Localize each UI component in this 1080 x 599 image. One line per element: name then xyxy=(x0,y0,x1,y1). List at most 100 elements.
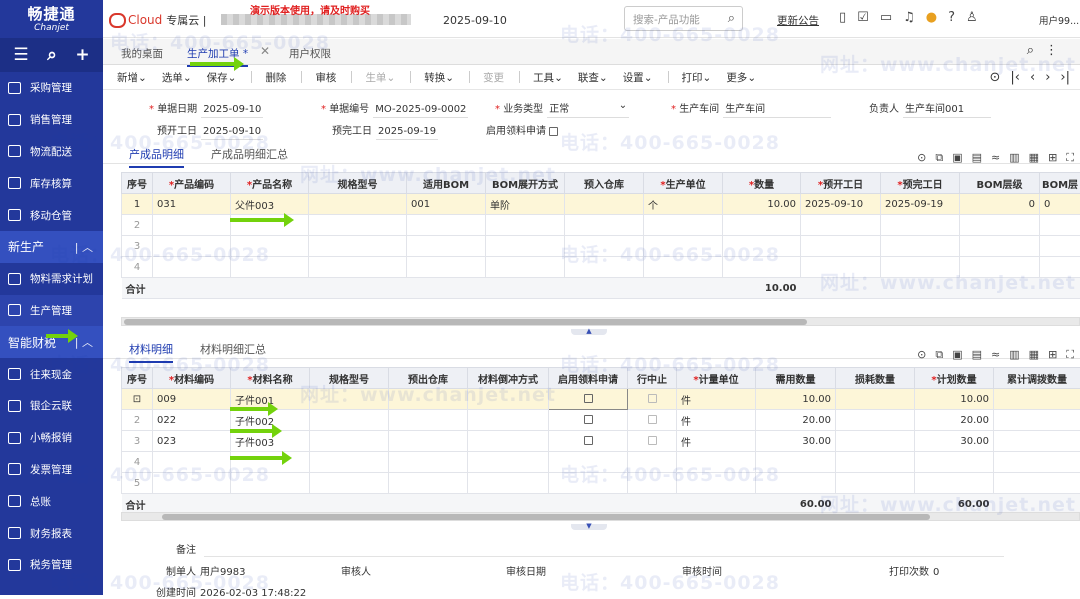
tools-button[interactable]: 工具⌄ xyxy=(533,70,563,85)
search-icon[interactable]: ⌕ xyxy=(728,11,735,26)
plan-qty-cell[interactable]: 30.00 xyxy=(915,431,994,452)
more-icon[interactable]: ⋮ xyxy=(1045,43,1058,58)
prev-record-icon[interactable]: ‹ xyxy=(1030,70,1035,85)
zoom-icon[interactable]: ⊙ xyxy=(990,70,1001,85)
bom-expand-cell[interactable]: 单阶 xyxy=(486,194,565,215)
column-header[interactable]: *预完工日 xyxy=(881,173,960,194)
edit-icon[interactable]: ≈ xyxy=(991,151,1000,165)
table-row[interactable]: 3 xyxy=(122,236,1080,257)
biz-type-select[interactable]: 正常⌄ xyxy=(547,100,629,118)
paste-icon[interactable]: ▣ xyxy=(952,151,962,165)
tab-user-permissions[interactable]: 用户权限 xyxy=(289,46,331,61)
more-button[interactable]: 更多⌄ xyxy=(726,70,756,85)
copy-row-icon[interactable]: ⧉ xyxy=(935,151,943,165)
copy-row-icon[interactable]: ⧉ xyxy=(935,348,943,362)
material-name-cell[interactable]: 子件003 xyxy=(231,431,310,452)
biz-type-field[interactable]: * 业务类型正常⌄ xyxy=(495,100,629,118)
batch-edit-icon[interactable]: ▤ xyxy=(972,151,982,165)
column-header[interactable]: *生产单位 xyxy=(644,173,723,194)
sidebar-item-purchase[interactable]: 采购管理 xyxy=(0,72,103,104)
sidebar-item-cash[interactable]: 往来现金 xyxy=(0,358,103,390)
need-qty-cell[interactable]: 30.00 xyxy=(756,431,836,452)
need-qty-cell[interactable]: 10.00 xyxy=(756,389,836,410)
search-input[interactable]: 搜索-产品功能 ⌕ xyxy=(624,6,743,31)
qty-cell[interactable]: 10.00 xyxy=(723,194,801,215)
row-stop-cell[interactable] xyxy=(628,389,677,410)
save-button[interactable]: 保存⌄ xyxy=(207,70,237,85)
column-header[interactable]: BOM层级 xyxy=(960,173,1040,194)
column-header[interactable]: *预开工日 xyxy=(801,173,881,194)
sidebar-item-sales[interactable]: 销售管理 xyxy=(0,104,103,136)
next-record-icon[interactable]: › xyxy=(1045,70,1050,85)
column-header[interactable]: *产品名称 xyxy=(231,173,309,194)
sidebar-item-invoice[interactable]: 发票管理 xyxy=(0,454,103,486)
bom-level2-cell[interactable]: 0 xyxy=(1040,194,1080,215)
sidebar-item-production-mgmt[interactable]: 生产管理 xyxy=(0,295,103,327)
workshop-value[interactable]: 生产车间 xyxy=(723,100,831,118)
material-grid-scrollbar[interactable] xyxy=(121,512,1080,521)
doc-date-field[interactable]: * 单据日期2025-09-10 xyxy=(149,100,263,118)
sidebar-item-mobile-warehouse[interactable]: 移动仓管 xyxy=(0,199,103,231)
scrollbar-thumb[interactable] xyxy=(124,319,807,325)
delete-button[interactable]: 删除 xyxy=(265,70,286,85)
row-stop-cell[interactable] xyxy=(628,431,677,452)
enable-req-cell[interactable] xyxy=(549,410,628,431)
columns-icon[interactable]: ⊞ xyxy=(1048,348,1057,362)
column-header[interactable]: 规格型号 xyxy=(310,368,389,389)
tab-material-summary[interactable]: 材料明细汇总 xyxy=(200,341,266,357)
plan-end-cell[interactable]: 2025-09-19 xyxy=(881,194,960,215)
bell-icon[interactable]: ♫ xyxy=(903,10,915,25)
convert-button[interactable]: 转换⌄ xyxy=(424,70,454,85)
sidebar-item-logistics[interactable]: 物流配送 xyxy=(0,136,103,168)
plan-end-field[interactable]: 预完工日2025-09-19 xyxy=(332,122,438,140)
clear-icon[interactable]: ▥ xyxy=(1009,151,1019,165)
product-name-cell[interactable]: 父件003 xyxy=(231,194,309,215)
sidebar-item-tax[interactable]: 税务管理 xyxy=(0,549,103,581)
tab-product-detail[interactable]: 产成品明细 xyxy=(129,146,184,168)
columns-icon[interactable]: ⊞ xyxy=(1048,151,1057,165)
edit-icon[interactable]: ≈ xyxy=(991,348,1000,362)
owner-field[interactable]: 负责人生产车间001 xyxy=(869,100,991,118)
column-header[interactable]: 预入仓库 xyxy=(565,173,644,194)
delete-row-icon[interactable]: ▦ xyxy=(1029,348,1039,362)
column-header[interactable]: 规格型号 xyxy=(309,173,407,194)
sidebar-item-reports[interactable]: 财务报表 xyxy=(0,517,103,549)
help-icon[interactable]: ? xyxy=(948,10,955,25)
tab-home[interactable]: 我的桌面 xyxy=(121,46,163,61)
fullscreen-icon[interactable]: ⛶ xyxy=(1066,151,1074,165)
first-record-icon[interactable]: |‹ xyxy=(1010,70,1020,85)
row-stop-checkbox[interactable] xyxy=(648,415,657,424)
enable-req-checkbox[interactable] xyxy=(549,127,558,136)
enable-req-checkbox[interactable] xyxy=(584,415,593,424)
bom-cell[interactable]: 001 xyxy=(407,194,486,215)
column-header[interactable]: *产品编码 xyxy=(153,173,231,194)
column-header[interactable]: 序号 xyxy=(122,173,153,194)
table-row[interactable]: 2 022 子件002 件 20.00 20.00 xyxy=(122,410,1080,431)
table-row[interactable]: 1 031 父件003 001 单阶 个 10.00 2025-09-10 20… xyxy=(122,194,1080,215)
search-icon[interactable]: ⌕ xyxy=(1027,43,1034,58)
plan-qty-cell[interactable]: 20.00 xyxy=(915,410,994,431)
unit-cell[interactable]: 件 xyxy=(677,431,756,452)
linked-query-button[interactable]: 联查⌄ xyxy=(578,70,608,85)
column-header[interactable]: *计划数量 xyxy=(915,368,994,389)
select-doc-button[interactable]: 选单⌄ xyxy=(162,70,192,85)
menu-icon[interactable]: ☰ xyxy=(13,47,28,64)
sidebar-section-finance[interactable]: 智能财税| ︿ xyxy=(0,326,103,358)
bom-level-cell[interactable]: 0 xyxy=(960,194,1040,215)
brand-logo[interactable]: 畅捷通 Chanjet xyxy=(0,0,103,38)
table-row[interactable]: 3 023 子件003 件 30.00 30.00 xyxy=(122,431,1080,452)
column-header[interactable]: 损耗数量 xyxy=(836,368,915,389)
owner-value[interactable]: 生产车间001 xyxy=(903,100,991,118)
plan-end-value[interactable]: 2025-09-19 xyxy=(376,126,438,140)
column-header[interactable]: 适用BOM xyxy=(407,173,486,194)
print-button[interactable]: 打印⌄ xyxy=(682,70,712,85)
delete-row-icon[interactable]: ▦ xyxy=(1029,151,1039,165)
plan-qty-cell[interactable]: 10.00 xyxy=(915,389,994,410)
sidebar-section-production[interactable]: 新生产| ︿ xyxy=(0,231,103,263)
warehouse-cell[interactable] xyxy=(565,194,644,215)
new-button[interactable]: 新增⌄ xyxy=(117,70,147,85)
row-stop-checkbox[interactable] xyxy=(648,436,657,445)
message-icon[interactable]: ▭ xyxy=(880,10,892,25)
fullscreen-icon[interactable]: ⛶ xyxy=(1066,348,1074,362)
calendar-icon[interactable]: ▯ xyxy=(839,10,846,25)
